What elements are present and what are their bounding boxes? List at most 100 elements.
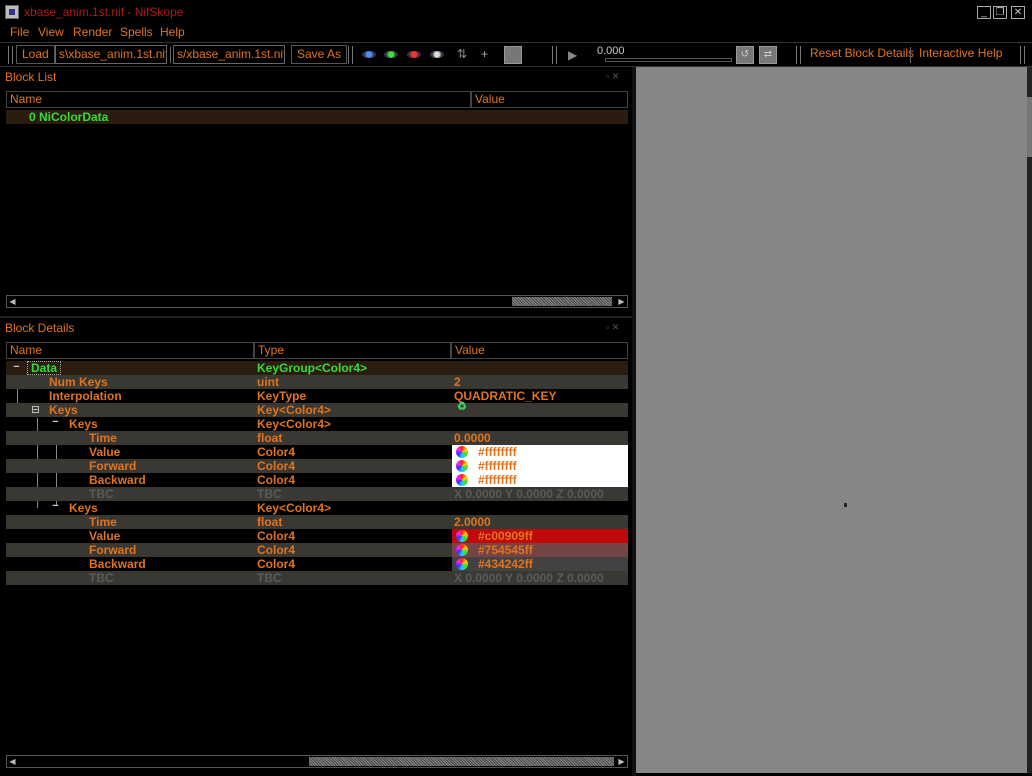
color-wheel-icon[interactable] xyxy=(456,530,468,542)
color-wheel-icon[interactable] xyxy=(456,558,468,570)
table-row[interactable]: Forward Color4 #ffffffff xyxy=(6,459,628,473)
table-row[interactable]: TBC TBC X 0.0000 Y 0.0000 Z 0.0000 xyxy=(6,571,628,585)
table-row[interactable]: Interpolation KeyType QUADRATIC_KEY xyxy=(6,389,628,403)
view-user-icon[interactable] xyxy=(430,51,444,58)
load-button[interactable]: Load xyxy=(16,45,55,64)
table-row[interactable]: Backward Color4 #434242ff xyxy=(6,557,628,571)
save-path-field[interactable]: s/xbase_anim.1st.nif xyxy=(173,45,285,64)
table-row[interactable]: − Data KeyGroup<Color4> xyxy=(6,361,628,375)
scroll-right-icon[interactable]: ▶ xyxy=(616,296,627,307)
menu-view[interactable]: View xyxy=(38,25,64,39)
restore-button[interactable]: ❐ xyxy=(993,6,1007,19)
color-wheel-icon[interactable] xyxy=(456,474,468,486)
table-row[interactable]: − Keys Key<Color4> xyxy=(6,417,628,432)
load-path-field[interactable]: s\xbase_anim.1st.nif xyxy=(55,45,167,64)
play-icon[interactable]: ▶ xyxy=(568,48,577,62)
color-swatch[interactable]: #ffffffff xyxy=(452,473,628,487)
view-top-icon[interactable] xyxy=(362,51,376,58)
color-wheel-icon[interactable] xyxy=(456,544,468,556)
color-wheel-icon[interactable] xyxy=(456,460,468,472)
field-type: Color4 xyxy=(257,445,296,459)
collapse-icon[interactable]: − xyxy=(52,417,59,428)
field-value: #754545ff xyxy=(478,543,533,557)
color-swatch[interactable]: #c00909ff xyxy=(452,529,628,543)
toolbar-grip[interactable] xyxy=(8,46,13,64)
horizontal-scrollbar[interactable]: ◀ ▶ xyxy=(6,295,628,308)
save-as-button[interactable]: Save As xyxy=(291,45,348,64)
field-value: 2 xyxy=(454,375,461,389)
toolbar-grip[interactable] xyxy=(1020,46,1025,64)
field-name: Forward xyxy=(89,459,137,473)
time-value: 0.000 xyxy=(597,45,625,57)
color-swatch[interactable]: #754545ff xyxy=(452,543,628,557)
field-value: #c00909ff xyxy=(478,529,533,543)
field-name: Value xyxy=(89,529,121,543)
field-name: Backward xyxy=(89,557,146,571)
menu-help[interactable]: Help xyxy=(160,25,185,39)
menu-spells[interactable]: Spells xyxy=(120,25,153,39)
table-row[interactable]: Value Color4 #ffffffff xyxy=(6,445,628,459)
collapse-icon[interactable]: − xyxy=(13,362,20,373)
close-button[interactable]: ✕ xyxy=(1011,6,1025,19)
reset-block-details-button[interactable]: Reset Block Details xyxy=(805,45,919,64)
scroll-thumb[interactable] xyxy=(1027,97,1032,157)
table-row[interactable]: Time float 0.0000 xyxy=(6,431,628,445)
color-swatch[interactable]: #ffffffff xyxy=(452,459,628,473)
table-row[interactable]: Value Color4 #c00909ff xyxy=(6,529,628,543)
interactive-help-button[interactable]: Interactive Help xyxy=(914,45,1007,64)
color-swatch[interactable]: #434242ff xyxy=(452,557,628,571)
view-side-icon[interactable] xyxy=(407,51,421,58)
float-icon[interactable]: ▫ ✕ xyxy=(606,322,619,333)
column-header-name[interactable]: Name xyxy=(6,91,471,108)
column-header-type[interactable]: Type xyxy=(254,342,451,359)
table-row[interactable]: Backward Color4 #ffffffff xyxy=(6,473,628,487)
toolbar: Load s\xbase_anim.1st.nif s/xbase_anim.1… xyxy=(0,42,1032,67)
collapse-icon[interactable]: − xyxy=(52,501,59,512)
field-value: X 0.0000 Y 0.0000 Z 0.0000 xyxy=(454,487,604,501)
switch-icon[interactable]: ⇄ xyxy=(759,46,777,64)
field-name: TBC xyxy=(89,571,114,585)
app-icon[interactable] xyxy=(5,5,19,19)
axis-icon[interactable]: + xyxy=(481,47,497,63)
field-type: Color4 xyxy=(257,529,296,543)
toolbar-grip[interactable] xyxy=(348,46,353,64)
vertical-scrollbar[interactable] xyxy=(1027,67,1032,773)
column-header-value[interactable]: Value xyxy=(451,342,628,359)
field-name: Time xyxy=(89,515,117,529)
scroll-left-icon[interactable]: ◀ xyxy=(7,296,18,307)
column-header-name[interactable]: Name xyxy=(6,342,254,359)
column-header-value[interactable]: Value xyxy=(471,91,628,108)
color-wheel-icon[interactable] xyxy=(456,446,468,458)
scroll-thumb[interactable] xyxy=(309,757,614,766)
perspective-toggle-icon[interactable] xyxy=(504,46,522,64)
refresh-icon[interactable]: ♻ xyxy=(457,400,467,414)
time-slider[interactable] xyxy=(605,58,732,62)
walk-mode-icon[interactable]: ⇅ xyxy=(457,47,467,63)
table-row[interactable]: 0 NiColorData xyxy=(6,110,628,124)
scroll-left-icon[interactable]: ◀ xyxy=(7,756,18,767)
field-type: float xyxy=(257,515,283,529)
color-swatch[interactable]: #ffffffff xyxy=(452,445,628,459)
table-row[interactable]: Num Keys uint 2 xyxy=(6,375,628,389)
minimize-button[interactable]: _ xyxy=(977,6,991,19)
menu-file[interactable]: File xyxy=(10,25,29,39)
horizontal-scrollbar[interactable]: ◀ ▶ xyxy=(6,755,628,768)
toolbar-grip[interactable] xyxy=(552,46,557,64)
table-row[interactable]: Time float 2.0000 xyxy=(6,515,628,529)
table-row[interactable]: − Keys Key<Color4> ♻ xyxy=(6,400,628,417)
scroll-thumb[interactable] xyxy=(512,297,612,306)
field-type: Key<Color4> xyxy=(257,403,332,417)
toolbar-grip[interactable] xyxy=(796,46,801,64)
collapse-icon[interactable]: − xyxy=(32,406,39,414)
render-viewport[interactable] xyxy=(636,67,1030,773)
field-type: TBC xyxy=(257,487,282,501)
scroll-right-icon[interactable]: ▶ xyxy=(616,756,627,767)
menu-render[interactable]: Render xyxy=(73,25,112,39)
field-type: Key<Color4> xyxy=(257,501,332,515)
float-icon[interactable]: ▫ ✕ xyxy=(606,71,619,82)
table-row[interactable]: TBC TBC X 0.0000 Y 0.0000 Z 0.0000 xyxy=(6,487,628,501)
table-row[interactable]: − Keys Key<Color4> xyxy=(6,501,628,516)
loop-icon[interactable]: ↺ xyxy=(736,46,754,64)
view-front-icon[interactable] xyxy=(384,51,398,58)
table-row[interactable]: Forward Color4 #754545ff xyxy=(6,543,628,557)
